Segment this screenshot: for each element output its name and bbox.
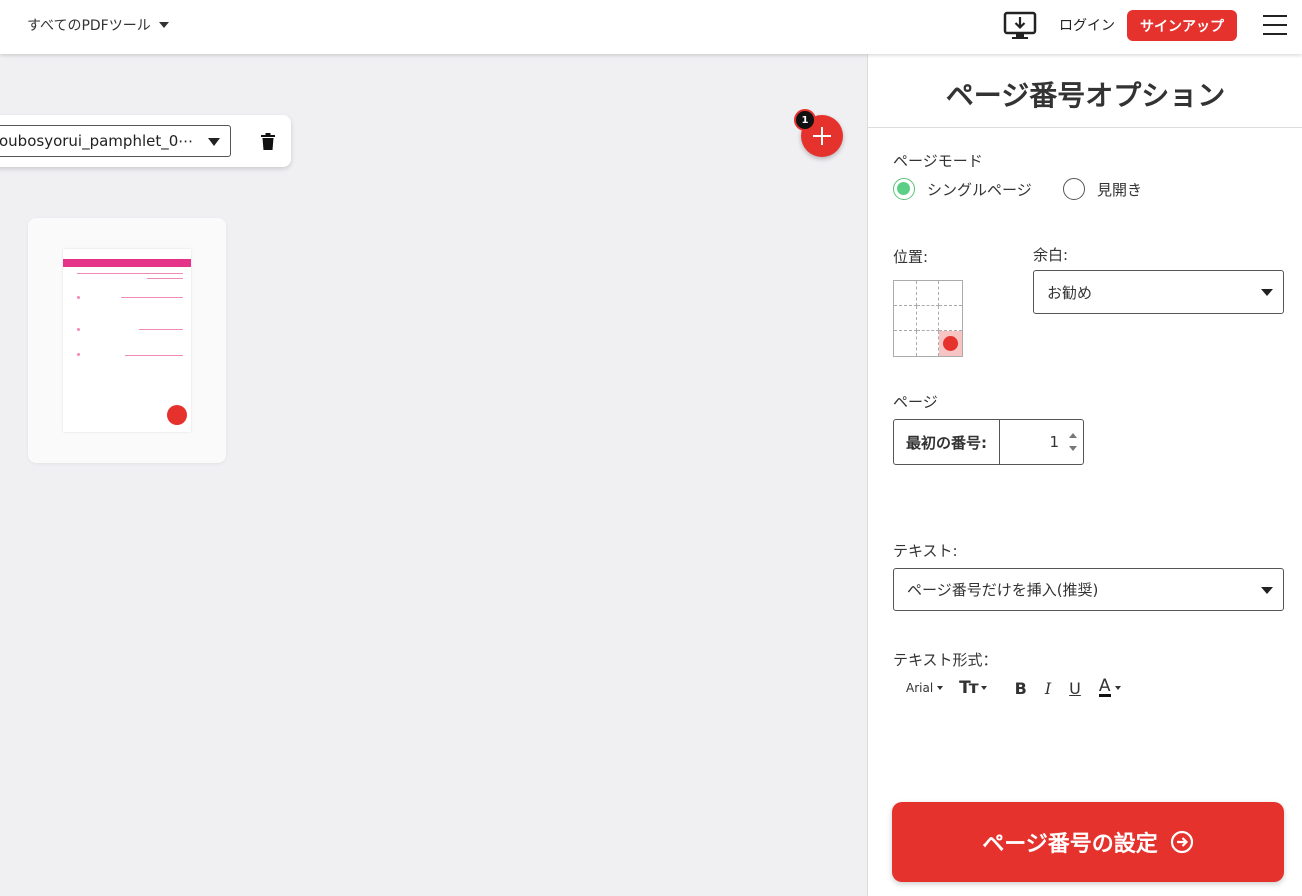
font-color-icon: A <box>1098 676 1111 697</box>
caret-down-icon <box>208 138 220 146</box>
position-grid[interactable] <box>893 280 963 357</box>
top-bar: すべてのPDFツール ログイン サインアップ <box>0 0 1302 54</box>
caret-down-icon <box>1261 289 1273 296</box>
font-size-select[interactable]: Tт <box>959 678 987 698</box>
signup-button[interactable]: サインアップ <box>1127 10 1237 41</box>
position-top-center[interactable] <box>916 281 940 306</box>
all-pdf-tools-menu[interactable]: すべてのPDFツール <box>27 15 169 35</box>
file-name: oubosyorui_pamphlet_0⋯ <box>0 132 194 150</box>
pages-label: ページ <box>893 393 938 411</box>
first-number-value: 1 <box>1049 433 1059 451</box>
position-top-left[interactable] <box>894 281 917 306</box>
login-link[interactable]: ログイン <box>1059 15 1115 35</box>
radio-facing-pages[interactable]: 見開き <box>1063 178 1142 200</box>
position-middle-center[interactable] <box>916 306 940 331</box>
file-count-badge: 1 <box>794 109 816 131</box>
text-label: テキスト: <box>893 542 958 560</box>
submit-label: ページ番号の設定 <box>982 832 1158 857</box>
page-thumbnail-card[interactable] <box>28 218 226 463</box>
radio-button[interactable] <box>1063 178 1085 200</box>
panel-title: ページ番号オプション <box>945 79 1226 112</box>
margin-value: お勧め <box>1047 283 1093 302</box>
position-bottom-center[interactable] <box>917 331 940 356</box>
font-family-select[interactable]: Arial <box>906 681 944 695</box>
page-mode-label: ページモード <box>893 152 983 170</box>
position-label: 位置: <box>893 248 929 266</box>
bold-button[interactable]: B <box>1015 679 1027 698</box>
radio-label: 見開き <box>1097 180 1143 199</box>
bold-icon: B <box>1014 678 1027 698</box>
first-number-label: 最初の番号: <box>894 420 1000 464</box>
caret-down-icon <box>937 686 944 690</box>
text-select[interactable]: ページ番号だけを挿入(推奨) <box>893 568 1284 611</box>
radio-label: シングルページ <box>927 180 1032 199</box>
workspace: oubosyorui_pamphlet_0⋯ 1 <box>0 54 867 896</box>
desktop-download-icon[interactable] <box>1003 11 1037 41</box>
all-pdf-tools-label: すべてのPDFツール <box>27 18 151 34</box>
options-panel: ページ番号オプション ページモード シングルページ 見開き 位置: 余白: お勧… <box>867 54 1302 896</box>
font-size-icon: Tт <box>959 678 979 698</box>
radio-button-checked[interactable] <box>893 178 915 200</box>
caret-down-icon <box>1114 686 1121 690</box>
font-family-value: Arial <box>906 681 934 695</box>
italic-button[interactable]: I <box>1045 679 1051 698</box>
first-number-input[interactable]: 1 <box>1000 420 1083 464</box>
position-bottom-left[interactable] <box>894 331 917 356</box>
font-color-select[interactable]: A <box>1098 676 1121 697</box>
underline-icon: U <box>1069 678 1081 698</box>
file-selector-bar: oubosyorui_pamphlet_0⋯ <box>0 115 291 167</box>
file-select[interactable]: oubosyorui_pamphlet_0⋯ <box>0 125 231 157</box>
underline-button[interactable]: U <box>1069 679 1081 698</box>
thumbnail-header-band <box>63 259 191 267</box>
text-value: ページ番号だけを挿入(推奨) <box>907 581 1099 599</box>
hamburger-icon[interactable] <box>1263 15 1287 35</box>
trash-icon[interactable] <box>261 133 275 150</box>
first-number-field: 最初の番号: 1 <box>893 419 1084 465</box>
position-top-right[interactable] <box>939 281 962 306</box>
page-thumbnail <box>63 249 191 432</box>
text-format-toolbar: Arial Tт B I U A <box>906 678 1121 698</box>
text-format-label: テキスト形式： <box>893 651 998 669</box>
margin-label: 余白: <box>1033 246 1069 264</box>
caret-down-icon <box>158 22 169 28</box>
position-middle-left[interactable] <box>894 306 917 331</box>
italic-icon: I <box>1044 678 1052 698</box>
divider <box>868 127 1302 128</box>
arrow-right-circle-icon <box>1170 830 1194 854</box>
caret-down-icon <box>1261 586 1273 594</box>
set-page-numbers-button[interactable]: ページ番号の設定 <box>892 802 1284 882</box>
page-number-marker <box>167 405 187 425</box>
radio-single-page[interactable]: シングルページ <box>893 178 1032 200</box>
spin-down-icon[interactable] <box>1069 446 1077 451</box>
position-middle-right[interactable] <box>939 306 962 331</box>
margin-select[interactable]: お勧め <box>1033 270 1284 314</box>
position-bottom-right[interactable] <box>939 331 962 356</box>
spin-up-icon[interactable] <box>1069 433 1077 438</box>
caret-down-icon <box>980 686 987 690</box>
